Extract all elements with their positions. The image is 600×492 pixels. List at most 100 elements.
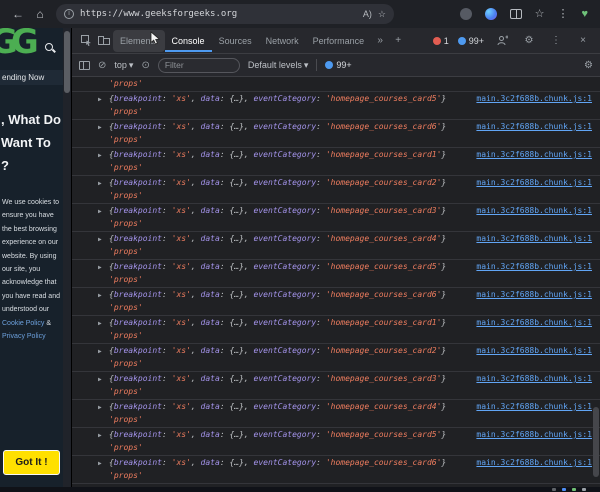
expand-triangle-icon[interactable]: ▶ bbox=[98, 177, 109, 190]
add-tab-icon[interactable]: + bbox=[389, 32, 407, 50]
expand-triangle-icon[interactable]: ▶ bbox=[98, 205, 109, 218]
object-preview: {breakpoint: 'xs', data: {…}, eventCateg… bbox=[109, 346, 447, 355]
issues-counter[interactable]: 99+ bbox=[457, 36, 484, 46]
object-preview: {breakpoint: 'xs', data: {…}, eventCateg… bbox=[109, 290, 447, 299]
log-levels-dropdown[interactable]: Default levels ▾ bbox=[248, 60, 309, 71]
error-counter[interactable]: 1 bbox=[432, 36, 449, 46]
back-icon[interactable]: ← bbox=[8, 4, 28, 24]
webpage-viewport: GG ending Now , What Do Want To ? We use… bbox=[0, 28, 63, 487]
bookmark-star-icon[interactable]: ☆ bbox=[378, 9, 386, 20]
favorites-icon[interactable]: ☆ bbox=[535, 8, 545, 20]
taskbar-sliver[interactable] bbox=[0, 487, 600, 492]
console-log-entry: ▶ {breakpoint: 'xs', data: {…}, eventCat… bbox=[72, 344, 600, 372]
console-log-entry: ▶ {breakpoint: 'xs', data: {…}, eventCat… bbox=[72, 316, 600, 344]
copilot-icon[interactable] bbox=[484, 8, 497, 20]
source-link[interactable]: main.3c2f688b.chunk.js:1 bbox=[476, 345, 592, 357]
taskbar-icon[interactable] bbox=[572, 488, 576, 491]
source-link[interactable]: main.3c2f688b.chunk.js:1 bbox=[476, 373, 592, 385]
object-preview: {breakpoint: 'xs', data: {…}, eventCateg… bbox=[109, 430, 447, 439]
device-toolbar-icon[interactable] bbox=[95, 32, 113, 50]
chevron-down-icon: ▾ bbox=[128, 59, 134, 70]
console-log-entry: ▶ {breakpoint: 'xs', data: {…}, eventCat… bbox=[72, 120, 600, 148]
expand-triangle-icon[interactable]: ▶ bbox=[98, 317, 109, 330]
settings-gear-icon[interactable]: ⚙ bbox=[520, 32, 538, 50]
log-string-arg: 'props' bbox=[109, 359, 143, 368]
console-settings-icon[interactable]: ⚙ bbox=[584, 60, 593, 71]
screen: ← ⌂ i https://www.geeksforgeeks.org A) ☆… bbox=[0, 0, 600, 492]
console-log-entry: ▶ {breakpoint: 'xs', data: {…}, eventCat… bbox=[72, 204, 600, 232]
source-link[interactable]: main.3c2f688b.chunk.js:1 bbox=[476, 317, 592, 329]
got-it-button[interactable]: Got It ! bbox=[3, 450, 60, 475]
browser-action-icons: ☆ ⋮ ♥ bbox=[459, 8, 592, 20]
mouse-cursor bbox=[150, 31, 161, 45]
page-scrollbar[interactable] bbox=[63, 28, 71, 487]
expand-triangle-icon[interactable]: ▶ bbox=[98, 373, 109, 386]
source-link[interactable]: main.3c2f688b.chunk.js:1 bbox=[476, 177, 592, 189]
expand-triangle-icon[interactable]: ▶ bbox=[98, 233, 109, 246]
page-scrollbar-thumb[interactable] bbox=[64, 31, 70, 93]
source-link[interactable]: main.3c2f688b.chunk.js:1 bbox=[476, 261, 592, 273]
site-info-icon[interactable]: i bbox=[64, 9, 74, 19]
expand-triangle-icon[interactable]: ▶ bbox=[98, 289, 109, 302]
devtools-menu-icon[interactable]: ⋮ bbox=[547, 32, 565, 50]
search-icon[interactable] bbox=[45, 43, 53, 51]
source-link[interactable]: main.3c2f688b.chunk.js:1 bbox=[476, 93, 592, 105]
source-link[interactable]: main.3c2f688b.chunk.js:1 bbox=[476, 401, 592, 413]
console-scrollbar-thumb[interactable] bbox=[593, 407, 599, 477]
source-link[interactable]: main.3c2f688b.chunk.js:1 bbox=[476, 233, 592, 245]
page-headline: , What Do Want To ? bbox=[1, 112, 61, 173]
expand-triangle-icon[interactable]: ▶ bbox=[98, 149, 109, 162]
expand-triangle-icon[interactable]: ▶ bbox=[98, 401, 109, 414]
expand-triangle-icon[interactable]: ▶ bbox=[98, 93, 109, 106]
source-link[interactable]: main.3c2f688b.chunk.js:1 bbox=[476, 289, 592, 301]
log-string-arg: 'props' bbox=[109, 275, 143, 284]
clear-console-icon[interactable]: ⊘ bbox=[98, 60, 106, 71]
collections-icon[interactable]: ⋮ bbox=[557, 8, 568, 20]
live-expression-eye-icon[interactable]: ⊙ bbox=[141, 60, 149, 71]
console-sidebar-icon[interactable] bbox=[79, 60, 90, 70]
taskbar-icon[interactable] bbox=[582, 488, 586, 491]
inspect-element-icon[interactable] bbox=[77, 32, 95, 50]
source-link[interactable]: main.3c2f688b.chunk.js:1 bbox=[476, 457, 592, 469]
toolbar-issues-counter[interactable]: 99+ bbox=[325, 60, 352, 70]
taskbar-icon[interactable] bbox=[552, 488, 556, 491]
expand-triangle-icon[interactable]: ▶ bbox=[98, 345, 109, 358]
log-string-arg: 'props' bbox=[109, 135, 143, 144]
tab-sources[interactable]: Sources bbox=[212, 30, 259, 52]
expand-triangle-icon[interactable]: ▶ bbox=[98, 121, 109, 134]
tab-console[interactable]: Console bbox=[165, 30, 212, 52]
object-preview: {breakpoint: 'xs', data: {…}, eventCateg… bbox=[109, 122, 447, 131]
source-link[interactable]: main.3c2f688b.chunk.js:1 bbox=[476, 121, 592, 133]
more-tabs-icon[interactable]: » bbox=[371, 32, 389, 50]
object-preview: {breakpoint: 'xs', data: {…}, eventCateg… bbox=[109, 262, 447, 271]
expand-triangle-icon[interactable]: ▶ bbox=[98, 261, 109, 274]
taskbar-icon[interactable] bbox=[562, 488, 566, 491]
object-preview: {breakpoint: 'xs', data: {…}, eventCateg… bbox=[109, 374, 447, 383]
privacy-policy-link[interactable]: Privacy Policy bbox=[2, 333, 46, 340]
geeksforgeeks-logo[interactable]: GG bbox=[0, 28, 39, 62]
console-log-entry: ▶ {breakpoint: 'xs', data: {…}, eventCat… bbox=[72, 232, 600, 260]
address-bar[interactable]: i https://www.geeksforgeeks.org A) ☆ bbox=[56, 4, 394, 24]
console-log-entry: ▶ {breakpoint: 'xs', data: {…}, eventCat… bbox=[72, 428, 600, 456]
toolbar-separator bbox=[316, 59, 318, 71]
read-aloud-icon[interactable]: A) bbox=[363, 9, 372, 19]
url-text[interactable]: https://www.geeksforgeeks.org bbox=[80, 9, 357, 19]
js-context-dropdown[interactable]: top ▾ bbox=[114, 60, 133, 71]
filter-input[interactable] bbox=[157, 57, 240, 73]
profile-avatar-icon[interactable] bbox=[459, 8, 472, 20]
issues-icon bbox=[457, 36, 466, 45]
tab-network[interactable]: Network bbox=[259, 30, 306, 52]
object-preview: {breakpoint: 'xs', data: {…}, eventCateg… bbox=[109, 318, 447, 327]
source-link[interactable]: main.3c2f688b.chunk.js:1 bbox=[476, 149, 592, 161]
browser-essentials-icon[interactable]: ♥ bbox=[581, 8, 588, 20]
home-icon[interactable]: ⌂ bbox=[30, 4, 50, 24]
focus-mode-icon[interactable] bbox=[493, 32, 511, 50]
expand-triangle-icon[interactable]: ▶ bbox=[98, 429, 109, 442]
source-link[interactable]: main.3c2f688b.chunk.js:1 bbox=[476, 429, 592, 441]
expand-triangle-icon[interactable]: ▶ bbox=[98, 457, 109, 470]
source-link[interactable]: main.3c2f688b.chunk.js:1 bbox=[476, 205, 592, 217]
tab-performance[interactable]: Performance bbox=[306, 30, 372, 52]
split-screen-icon[interactable] bbox=[509, 9, 522, 19]
close-devtools-icon[interactable]: × bbox=[574, 32, 592, 50]
cookie-policy-link[interactable]: Cookie Policy bbox=[2, 320, 44, 327]
